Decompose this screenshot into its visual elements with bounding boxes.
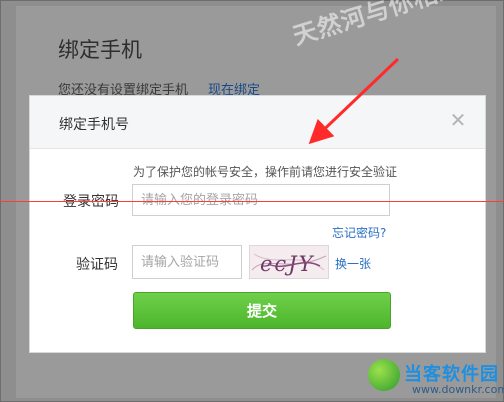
site-logo: 当客软件园 www.downkr.com (368, 358, 504, 398)
logo-icon (368, 359, 400, 391)
logo-url: www.downkr.com (412, 383, 504, 396)
annotation-arrow (308, 57, 400, 145)
